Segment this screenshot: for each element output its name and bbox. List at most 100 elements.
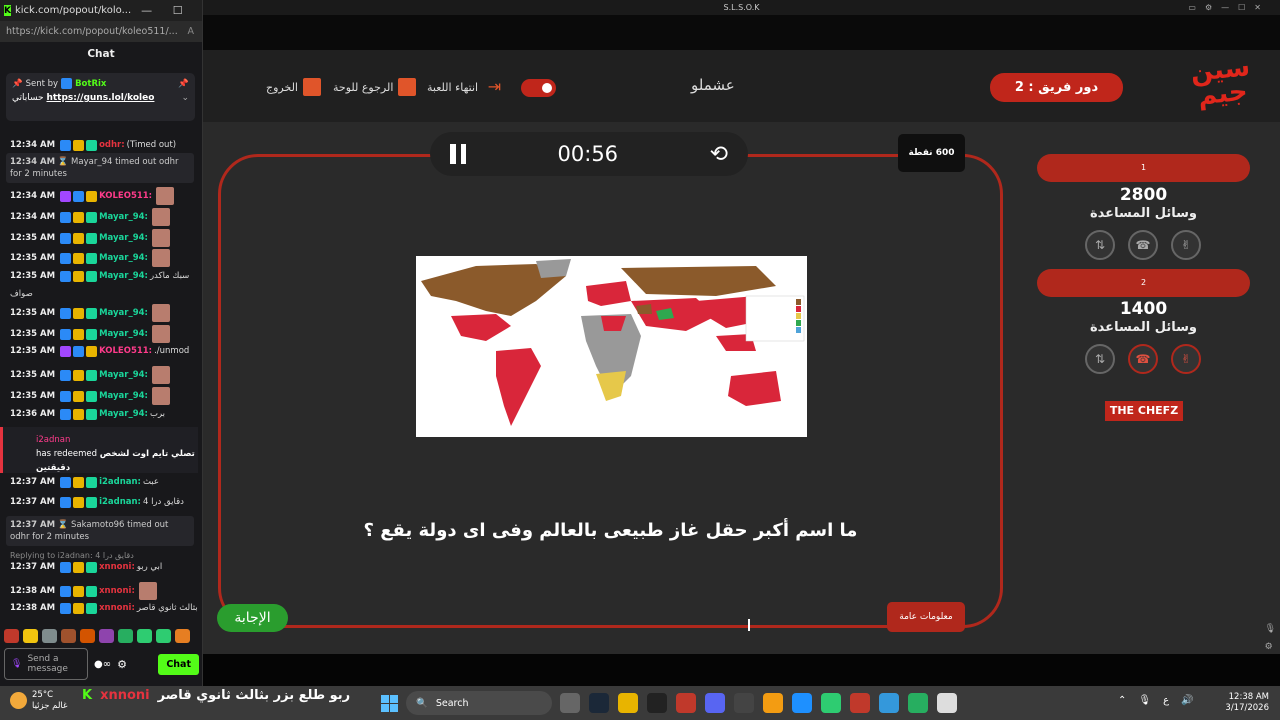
minimize-button[interactable]: — <box>131 4 162 17</box>
obs-icon[interactable] <box>676 693 696 713</box>
expand-chevron-icon[interactable]: ⌄ <box>181 93 189 103</box>
message-username[interactable]: Mayar_94: <box>99 232 148 244</box>
message-username[interactable]: KOLEO511: <box>99 345 152 357</box>
emote-icon[interactable] <box>137 629 152 643</box>
user-badge-icon <box>86 585 98 597</box>
window-controls[interactable]: ▭⚙—☐✕ <box>1188 0 1270 15</box>
emote-picker-icon[interactable]: ●∞ <box>94 659 111 670</box>
speaker-icon[interactable]: 🔊 <box>1181 695 1193 706</box>
message-username[interactable]: xnnoni: <box>99 561 135 573</box>
two-answers-icon[interactable]: ✌ <box>1171 344 1201 374</box>
weather-widget[interactable]: 25°C غالم جزئيا <box>10 690 67 712</box>
user-badge-icon <box>86 602 98 614</box>
system-tray[interactable]: ⌃ 🎙 ع 🔊 <box>1118 695 1194 706</box>
side-tool-icons[interactable]: 🎙 ⚙ <box>1265 620 1276 656</box>
chrome-icon[interactable] <box>821 693 841 713</box>
chevron-up-icon[interactable]: ⌃ <box>1118 695 1126 706</box>
timer-bar: 00:56 ⟲ <box>430 132 748 176</box>
message-username[interactable]: xnnoni: <box>99 602 135 614</box>
emote-icon[interactable] <box>42 629 57 643</box>
call-friend-icon[interactable]: ☎ <box>1128 230 1158 260</box>
emote-icon[interactable] <box>156 629 171 643</box>
answer-button[interactable]: الإجابة <box>217 604 288 632</box>
emote-icon[interactable] <box>80 629 95 643</box>
taskbar-clock[interactable]: 12:38 AM 3/17/2026 <box>1225 692 1269 714</box>
end-game-toggle[interactable] <box>521 79 556 97</box>
emote-icon[interactable] <box>99 629 114 643</box>
pinned-link[interactable]: https://guns.lol/koleo <box>46 93 154 103</box>
swap-question-icon[interactable]: ⇅ <box>1085 230 1115 260</box>
app-icon[interactable] <box>908 693 928 713</box>
message-time: 12:38 AM <box>10 586 56 596</box>
game-footer <box>203 654 1280 686</box>
emote-icon[interactable] <box>61 629 76 643</box>
message-username[interactable]: odhr: <box>99 139 125 151</box>
two-answers-icon[interactable]: ✌ <box>1171 230 1201 260</box>
file-explorer-icon[interactable] <box>618 693 638 713</box>
back-to-board-button[interactable]: الرجوع للوحة <box>333 78 417 96</box>
steam-icon[interactable] <box>589 693 609 713</box>
emote-row <box>4 629 190 643</box>
app-icon[interactable] <box>879 693 899 713</box>
user-badge-icon <box>86 408 98 420</box>
edge-icon[interactable] <box>792 693 812 713</box>
maximize-button[interactable]: ☐ <box>162 4 193 17</box>
emote-image <box>151 249 170 267</box>
user-badge-icon <box>86 561 98 573</box>
message-username[interactable]: Mayar_94: <box>99 408 148 420</box>
message-username[interactable]: Mayar_94: <box>99 328 148 340</box>
unpin-icon[interactable]: 📌 <box>178 79 189 89</box>
url-bar[interactable]: https://kick.com/popout/koleo511/... A <box>0 21 202 42</box>
team-2-helpers-label: وسائل المساعدة <box>1090 320 1197 335</box>
user-badge-icon <box>73 561 85 573</box>
swap-question-icon[interactable]: ⇅ <box>1085 344 1115 374</box>
pause-icon[interactable] <box>450 144 466 164</box>
app-icon[interactable] <box>937 693 957 713</box>
discord-icon[interactable] <box>705 693 725 713</box>
emote-icon[interactable] <box>4 629 19 643</box>
epic-games-icon[interactable] <box>647 693 667 713</box>
emote-icon[interactable] <box>23 629 38 643</box>
windows-start-icon[interactable] <box>381 695 398 712</box>
taskbar-search[interactable]: 🔍 Search <box>406 691 552 715</box>
emote-icon[interactable] <box>118 629 133 643</box>
mic-icon[interactable]: 🎙 <box>11 659 22 669</box>
app-icon[interactable] <box>734 693 754 713</box>
emote-icon[interactable] <box>175 629 190 643</box>
reset-timer-icon[interactable]: ⟲ <box>710 142 728 167</box>
message-time: 12:36 AM <box>10 409 56 419</box>
message-username[interactable]: i2adnan: <box>99 496 141 508</box>
message-username[interactable]: Mayar_94: <box>99 390 148 402</box>
language-indicator[interactable]: ع <box>1163 695 1169 706</box>
message-username[interactable]: Mayar_94: <box>99 369 148 381</box>
reader-mode-icon[interactable]: A <box>188 26 195 37</box>
message-text: (Timed out) <box>126 140 177 150</box>
message-username[interactable]: Mayar_94: <box>99 252 148 264</box>
user-badge-icon <box>60 408 72 420</box>
mic-tray-icon[interactable]: 🎙 <box>1138 695 1151 706</box>
message-username[interactable]: KOLEO511: <box>99 190 152 202</box>
team-2-lifelines: ⇅ ☎ ✌ <box>1085 344 1201 374</box>
user-badge-icon <box>86 139 98 151</box>
app-icon[interactable] <box>763 693 783 713</box>
app-icon[interactable] <box>850 693 870 713</box>
task-view-icon[interactable] <box>560 693 580 713</box>
message-username[interactable]: i2adnan: <box>99 476 141 488</box>
call-friend-icon[interactable]: ☎ <box>1128 344 1158 374</box>
chat-message: 12:38 AM xnnoni: <box>10 582 157 600</box>
end-game-button[interactable]: ⇥ انتهاء اللعبة <box>427 78 501 96</box>
settings-gear-icon[interactable]: ⚙ <box>117 658 127 671</box>
message-time: 12:35 AM <box>10 253 56 263</box>
user-badge-icon <box>86 496 98 508</box>
pinned-message[interactable]: 📌 Sent by BotRix 📌 حساباتي https://guns.… <box>6 73 195 121</box>
message-input[interactable]: 🎙 Send a message <box>4 648 88 680</box>
message-username[interactable]: Mayar_94: <box>99 270 148 282</box>
message-username[interactable]: Mayar_94: <box>99 211 148 223</box>
exit-button[interactable]: الخروج <box>266 78 321 96</box>
message-username[interactable]: xnnoni: <box>99 585 135 597</box>
chat-send-button[interactable]: Chat <box>158 653 199 675</box>
chat-message: 12:37 AM xnnoni: ابي ربو <box>10 561 162 573</box>
system-message-1: 12:34 AM ⌛ Mayar_94 timed out odhr for 2… <box>10 157 179 179</box>
timeout-notice-2: 12:37 AM ⌛ Sakamoto96 timed out odhr for… <box>6 516 194 546</box>
message-username[interactable]: Mayar_94: <box>99 307 148 319</box>
